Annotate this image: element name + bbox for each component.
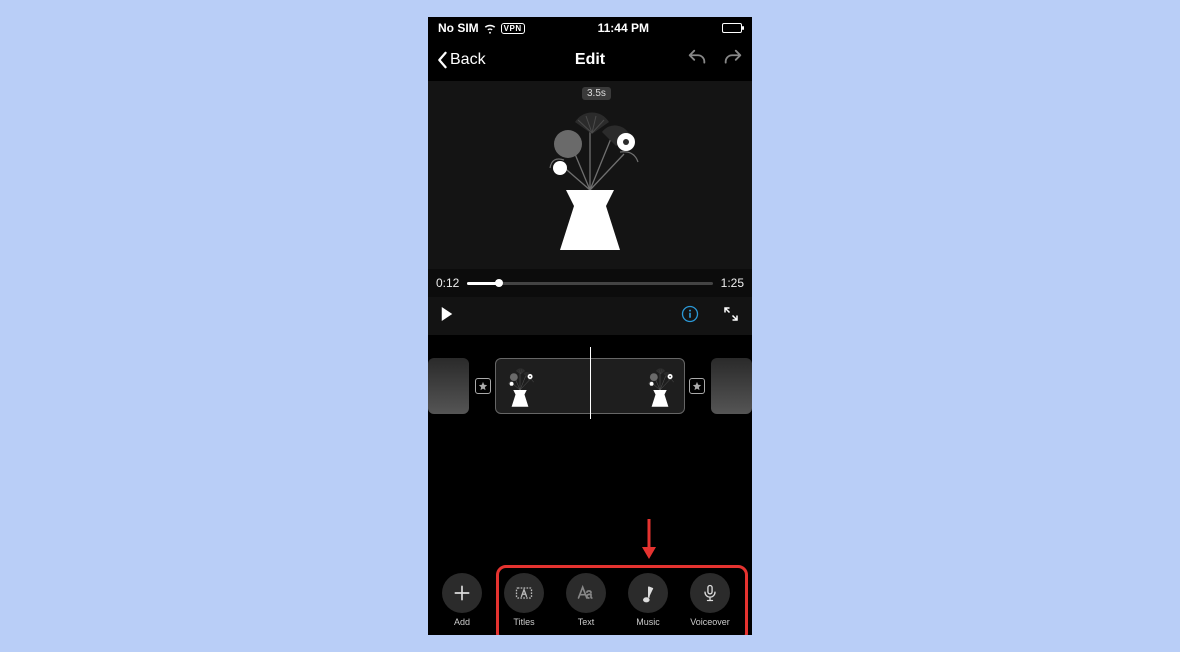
transition-badge[interactable]: [689, 378, 705, 394]
timeline-clip-prev[interactable]: [428, 358, 469, 414]
back-button[interactable]: Back: [436, 51, 486, 69]
expand-icon: [722, 305, 740, 323]
play-icon: [440, 306, 454, 322]
back-label: Back: [450, 51, 486, 69]
microphone-icon: [700, 583, 720, 603]
music-button[interactable]: Music: [624, 573, 672, 627]
chevron-left-icon: [436, 51, 448, 69]
add-button[interactable]: Add: [438, 573, 486, 627]
undo-icon: [686, 47, 708, 69]
clock: 11:44 PM: [598, 21, 649, 35]
time-current: 0:12: [436, 276, 459, 290]
page-title: Edit: [575, 51, 605, 69]
tool-bar: Add Titles Text: [428, 569, 752, 627]
transition-badge[interactable]: [475, 378, 491, 394]
vpn-badge: VPN: [501, 23, 525, 34]
fullscreen-button[interactable]: [722, 305, 740, 328]
redo-icon: [722, 47, 744, 69]
music-note-icon: [638, 583, 658, 603]
playhead[interactable]: [590, 347, 591, 419]
scrub-bar: 0:12 1:25: [428, 269, 752, 297]
timeline[interactable]: [428, 335, 752, 445]
undo-button[interactable]: [686, 47, 708, 74]
player-controls: [428, 297, 752, 335]
play-button[interactable]: [440, 306, 454, 327]
titles-icon: [514, 583, 534, 603]
video-preview[interactable]: 3.5s: [428, 81, 752, 269]
text-aa-icon: [576, 583, 596, 603]
redo-button[interactable]: [722, 47, 744, 74]
scrub-track[interactable]: [467, 282, 712, 285]
status-bar: No SIM VPN 11:44 PM: [428, 17, 752, 39]
phone-screen: No SIM VPN 11:44 PM Back Edit 3.5s: [428, 17, 752, 635]
tool-label: Titles: [513, 617, 534, 627]
tool-label: Add: [454, 617, 470, 627]
time-total: 1:25: [721, 276, 744, 290]
annotation-arrow: [638, 517, 660, 566]
tool-label: Text: [578, 617, 595, 627]
battery-icon: [722, 23, 742, 33]
plus-icon: [452, 583, 472, 603]
nav-bar: Back Edit: [428, 39, 752, 81]
titles-button[interactable]: Titles: [500, 573, 548, 627]
voiceover-button[interactable]: Voiceover: [686, 573, 734, 627]
info-icon: [680, 304, 700, 324]
preview-frame-image: [520, 90, 660, 260]
tool-label: Music: [636, 617, 660, 627]
tool-label: Voiceover: [690, 617, 730, 627]
info-button[interactable]: [680, 304, 700, 329]
sim-status: No SIM: [438, 21, 479, 35]
timeline-clip-next[interactable]: [711, 358, 752, 414]
wifi-icon: [483, 21, 497, 35]
text-button[interactable]: Text: [562, 573, 610, 627]
scrub-knob[interactable]: [495, 279, 503, 287]
